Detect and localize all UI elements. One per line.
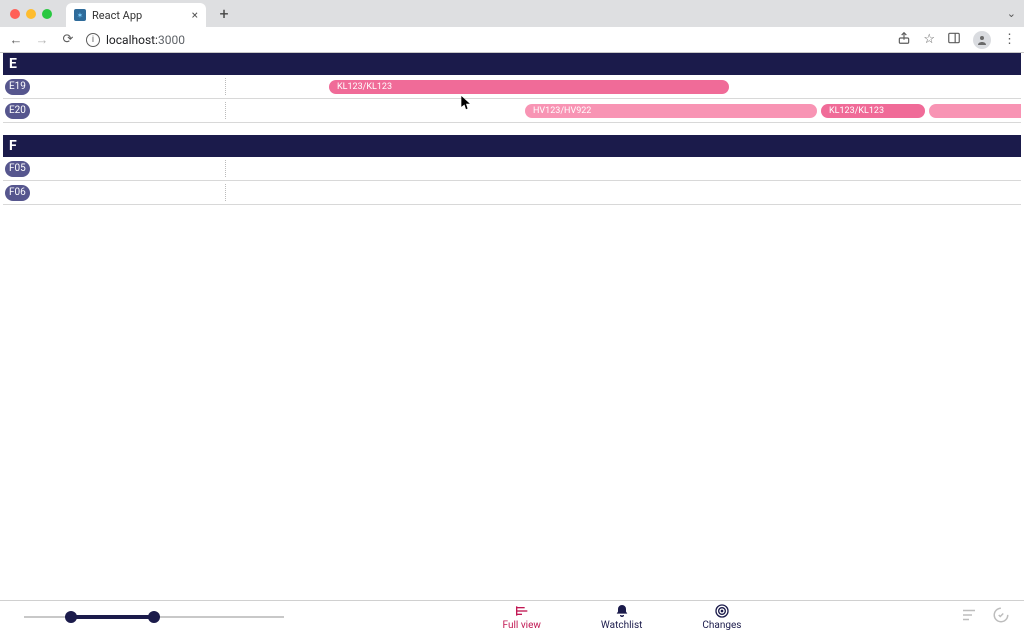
nav-label: Watchlist <box>601 620 642 631</box>
kebab-icon[interactable]: ⋮ <box>1003 32 1016 47</box>
flight-bar[interactable]: KL123/KL123 <box>821 104 925 118</box>
timeline-row: F05 <box>3 157 1021 181</box>
timeline-row: E20 HV123/HV922 KL123/KL123 <box>3 99 1021 123</box>
group-header[interactable]: F <box>3 135 1021 157</box>
gate-badge[interactable]: E20 <box>5 103 30 119</box>
tab-close-icon[interactable]: × <box>192 8 198 22</box>
nav-full-view[interactable]: Full view <box>503 603 541 631</box>
bottom-nav: Full view Watchlist Changes <box>284 603 960 631</box>
browser-chrome: ✶ React App × + ⌄ ← → ⟳ i localhost:3000… <box>0 0 1024 53</box>
app-root: E E19 KL123/KL123 E20 HV123/HV922 KL123/KL123… <box>0 53 1024 633</box>
window-close-icon[interactable] <box>10 9 20 19</box>
panel-icon[interactable] <box>947 31 961 49</box>
tab-strip: ✶ React App × + ⌄ <box>0 0 1024 27</box>
timeline-row: F06 <box>3 181 1021 205</box>
profile-icon[interactable] <box>973 31 991 49</box>
tabs-dropdown-icon[interactable]: ⌄ <box>1007 7 1016 20</box>
gate-badge[interactable]: F06 <box>5 185 30 201</box>
new-tab-button[interactable]: + <box>214 4 234 24</box>
nav-label: Full view <box>503 620 541 631</box>
tab-title: React App <box>92 9 142 22</box>
window-traffic-lights <box>10 9 52 19</box>
row-separator <box>225 102 226 119</box>
slider-thumb-end[interactable] <box>148 611 160 623</box>
nav-changes[interactable]: Changes <box>702 603 741 631</box>
window-minimize-icon[interactable] <box>26 9 36 19</box>
time-range-slider[interactable] <box>24 607 284 627</box>
refresh-status-icon[interactable] <box>992 606 1010 628</box>
slider-thumb-start[interactable] <box>65 611 77 623</box>
list-view-icon[interactable] <box>960 606 978 628</box>
star-icon[interactable]: ☆ <box>923 32 935 47</box>
address-bar[interactable]: i localhost:3000 <box>86 33 185 47</box>
url-host: localhost:3000 <box>106 33 185 47</box>
gate-badge[interactable]: F05 <box>5 161 30 177</box>
flight-bar[interactable]: HV123/HV922 <box>525 104 817 118</box>
nav-watchlist[interactable]: Watchlist <box>601 603 642 631</box>
back-button[interactable]: ← <box>8 32 24 48</box>
share-icon[interactable] <box>897 31 911 49</box>
reload-button[interactable]: ⟳ <box>60 32 76 48</box>
bottom-right-actions <box>960 606 1010 628</box>
browser-tab[interactable]: ✶ React App × <box>66 3 206 27</box>
toolbar: ← → ⟳ i localhost:3000 ☆ ⋮ <box>0 27 1024 52</box>
bottom-bar: Full view Watchlist Changes <box>0 600 1024 633</box>
group-header[interactable]: E <box>3 53 1021 75</box>
toolbar-right: ☆ ⋮ <box>897 31 1016 49</box>
forward-button: → <box>34 32 50 48</box>
nav-label: Changes <box>702 620 741 631</box>
flight-bar[interactable] <box>929 104 1021 118</box>
site-info-icon[interactable]: i <box>86 33 100 47</box>
row-separator <box>225 78 226 95</box>
timeline: E E19 KL123/KL123 E20 HV123/HV922 KL123/KL123… <box>0 53 1024 600</box>
window-zoom-icon[interactable] <box>42 9 52 19</box>
gate-badge[interactable]: E19 <box>5 79 30 95</box>
slider-range <box>71 615 154 619</box>
flight-bar[interactable]: KL123/KL123 <box>329 80 729 94</box>
timeline-row: E19 KL123/KL123 <box>3 75 1021 99</box>
row-separator <box>225 184 226 201</box>
row-separator <box>225 160 226 177</box>
tab-favicon-icon: ✶ <box>74 9 86 21</box>
